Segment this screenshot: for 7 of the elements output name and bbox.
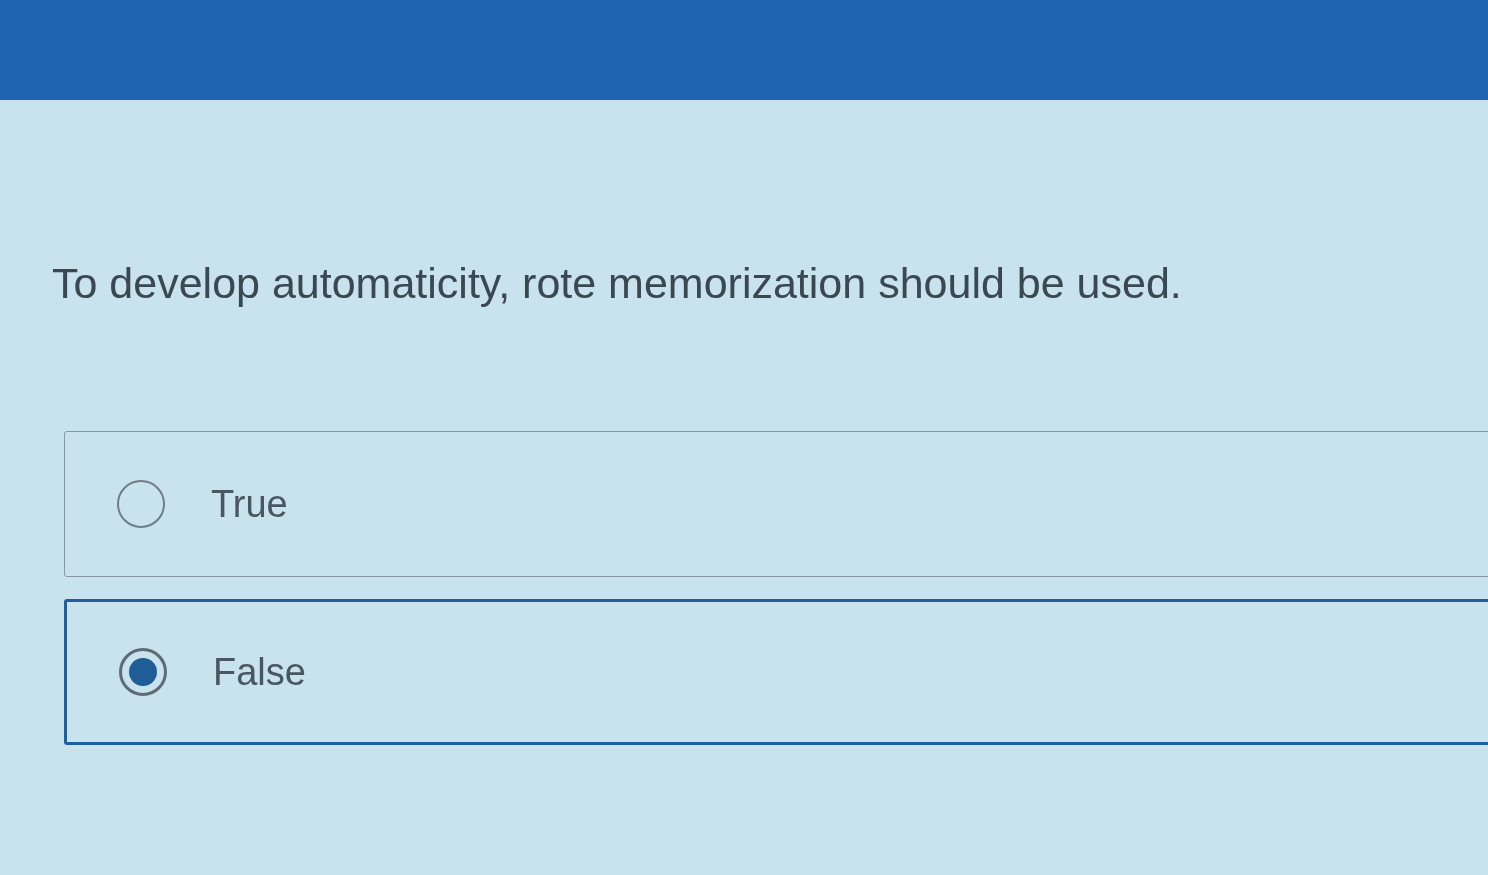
answer-option[interactable]: True xyxy=(64,431,1488,577)
answer-option[interactable]: False xyxy=(64,599,1488,745)
question-text: To develop automaticity, rote memorization should be used. xyxy=(52,258,1182,309)
option-label: True xyxy=(211,481,288,527)
radio-empty-icon xyxy=(117,480,165,528)
option-label: False xyxy=(213,649,306,695)
radio-selected-icon xyxy=(119,648,167,696)
